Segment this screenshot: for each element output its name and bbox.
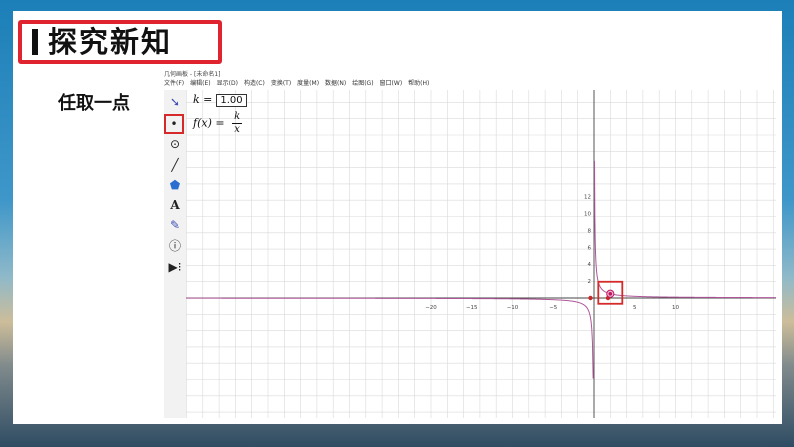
x-tick-label: −10 (507, 305, 519, 311)
menu-item[interactable]: 度量(M) (297, 80, 319, 87)
menu-item[interactable]: 编辑(E) (190, 80, 210, 87)
x-tick-label: 10 (672, 305, 679, 311)
origin-point (588, 295, 593, 301)
k-label: k = (193, 93, 213, 106)
parameter-k[interactable]: k = 1.00 (193, 93, 247, 107)
menu-item[interactable]: 绘图(G) (352, 80, 373, 87)
arrow-select-tool[interactable]: ➘ (166, 93, 184, 111)
menu-item[interactable]: 文件(F) (164, 80, 184, 87)
y-tick-label: 2 (588, 279, 592, 285)
x-tick-label: −15 (466, 305, 478, 311)
y-tick-label: 10 (584, 212, 591, 218)
function-label: f(x) = (193, 116, 225, 130)
menu-item[interactable]: 显示(D) (217, 80, 238, 87)
y-tick-label: 6 (588, 245, 592, 251)
fraction-numerator: k (232, 111, 243, 124)
y-tick-label: 12 (584, 195, 591, 201)
menu-bar: 文件(F) 编辑(E) 显示(D) 构造(C) 变换(T) 度量(M) 数据(N) 绘图(G)… (164, 79, 776, 89)
y-tick-label: 8 (588, 228, 592, 234)
x-tick-label: 5 (633, 305, 637, 311)
graph-canvas[interactable]: −20 −15 −10 −5 5 10 12 10 8 6 4 2 (186, 90, 776, 418)
menu-item[interactable]: 窗口(W) (380, 80, 403, 87)
tool-palette: ➘ • ⊙ ╱ ⬟ A ✎ ⓘ ▶⁝ (164, 90, 187, 418)
compass-tool[interactable]: ⊙ (166, 135, 184, 153)
polygon-tool[interactable]: ⬟ (166, 176, 184, 194)
k-value-box[interactable]: 1.00 (216, 94, 247, 107)
menu-item[interactable]: 构造(C) (244, 80, 265, 87)
y-tick-label: 4 (588, 262, 592, 268)
text-tool[interactable]: A (166, 196, 184, 214)
menu-item[interactable]: 变换(T) (271, 80, 291, 87)
slide-title: 探究新知 (48, 25, 173, 59)
window-title: 几何画板 - [未命名1] (164, 71, 221, 78)
menu-item[interactable]: 数据(N) (325, 80, 346, 87)
marker-tool[interactable]: ✎ (166, 216, 184, 234)
fraction-denominator: x (234, 124, 240, 135)
x-tick-label: −5 (549, 305, 558, 311)
graph-background (186, 90, 776, 418)
straightedge-tool[interactable]: ╱ (166, 156, 184, 174)
selected-point (608, 291, 613, 296)
info-tool[interactable]: ⓘ (166, 236, 184, 254)
title-bar-mark (32, 29, 38, 55)
function-definition[interactable]: f(x) = k x (193, 111, 243, 136)
custom-tool[interactable]: ▶⁝ (166, 258, 184, 276)
x-tick-label: −20 (425, 305, 437, 311)
point-tool[interactable]: • (164, 114, 184, 134)
side-label: 任取一点 (58, 93, 130, 114)
slide-title-box: 探究新知 (18, 20, 222, 64)
menu-item[interactable]: 帮助(H) (408, 80, 429, 87)
function-fraction: k x (232, 111, 243, 136)
